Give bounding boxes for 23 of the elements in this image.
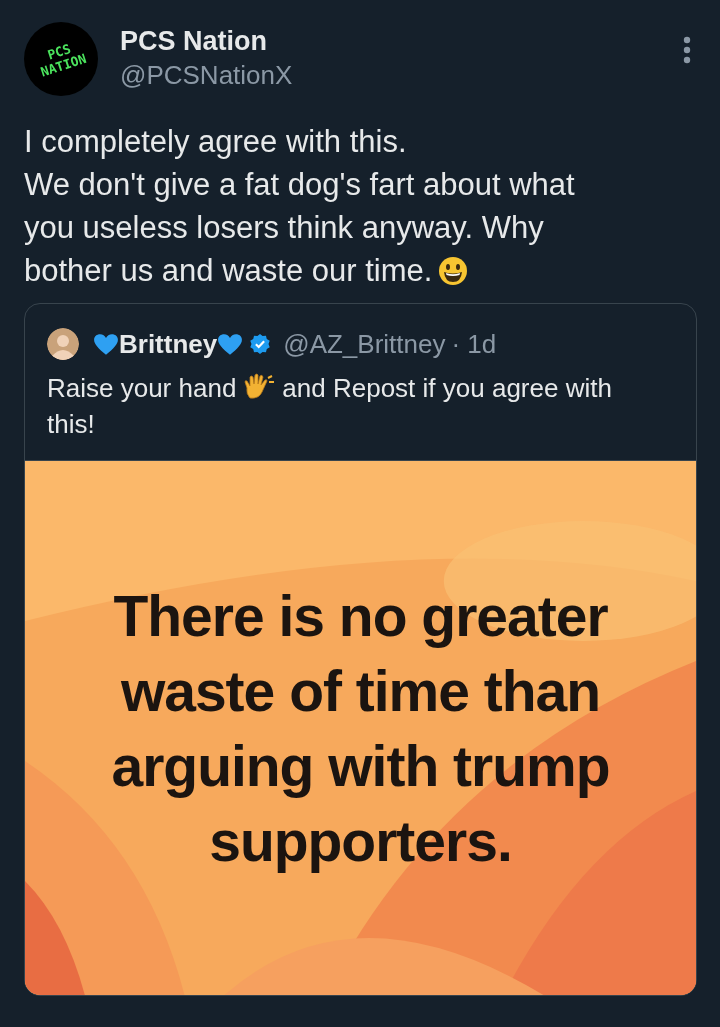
meme-text: supporters. [209, 808, 512, 875]
more-icon [683, 36, 691, 64]
quote-text: this! [47, 409, 95, 439]
meme-text: waste of time than [120, 658, 601, 725]
heart-icon [93, 332, 119, 356]
author-handle[interactable]: @PCSNationX [120, 58, 293, 92]
post-text: you useless losers think anyway. Why [24, 210, 544, 245]
quote-card[interactable]: Brittney @AZ_Brittney · 1d Raise your hand and Repost if you agree with this! There is no greater waste of time than arguing with trump supporters. [24, 303, 697, 996]
smiley-icon [438, 256, 469, 286]
heart-icon [217, 332, 244, 356]
meme-text: arguing with trump [111, 733, 610, 800]
quote-text: Raise your hand [47, 373, 237, 403]
post-text: I completely agree with this. [24, 124, 407, 159]
quote-author-handle[interactable]: @AZ_Brittney [283, 328, 446, 360]
post-text: bother us and waste our time. [24, 253, 433, 288]
author-name[interactable]: PCS Nation [120, 24, 293, 58]
post-time: · 1d [451, 328, 497, 360]
avatar-icon [47, 328, 79, 360]
quote-author-name[interactable]: Brittney [119, 328, 218, 360]
meme-text: There is no greater [113, 583, 608, 650]
post-text: We don't give a fat dog's fart about what [24, 167, 575, 202]
hand-icon [242, 372, 277, 402]
quote-text: and Repost if you agree with [282, 373, 612, 403]
